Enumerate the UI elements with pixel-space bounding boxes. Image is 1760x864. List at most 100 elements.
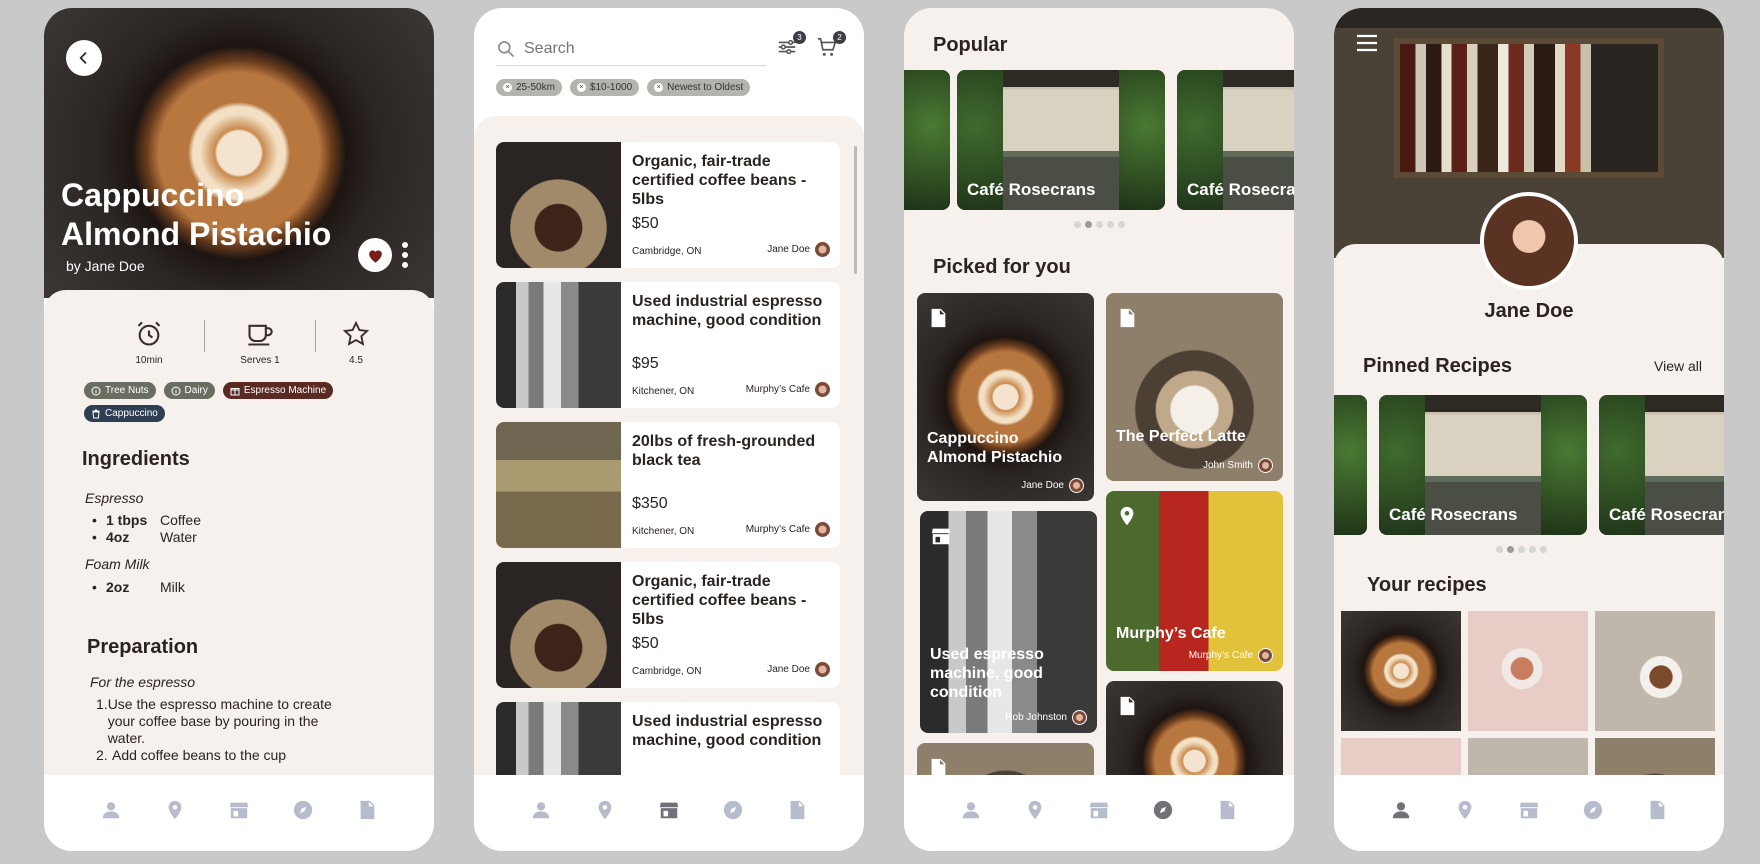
recipe-thumbnail[interactable] xyxy=(1595,738,1715,777)
page-dot[interactable] xyxy=(1540,546,1547,553)
recipe-thumbnail[interactable] xyxy=(1595,611,1715,731)
back-button[interactable] xyxy=(66,40,102,76)
cart-button[interactable]: 2 xyxy=(816,31,846,60)
map-pin-icon xyxy=(1339,507,1359,527)
nav-recipes[interactable] xyxy=(1645,798,1669,822)
feed-card[interactable]: The Perfect Latte John Smith xyxy=(1106,293,1283,481)
feed-card[interactable]: Cappuccino Almond Pistachio Jane Doe xyxy=(917,293,1094,501)
feed-card[interactable] xyxy=(1106,681,1283,777)
page-dot-active[interactable] xyxy=(1085,221,1092,228)
nav-explore[interactable] xyxy=(291,798,315,822)
seller-name: Murphy’s Cafe xyxy=(745,524,810,535)
nav-profile[interactable] xyxy=(529,798,553,822)
view-all-link[interactable]: View all xyxy=(1654,358,1702,374)
hamburger-menu-icon[interactable] xyxy=(1356,33,1378,53)
nav-explore[interactable] xyxy=(721,798,745,822)
listing-price: $50 xyxy=(632,635,659,652)
filter-chip-label: 25-50km xyxy=(516,82,555,93)
recipe-body: 10min Serves 1 4.5 Tree Nuts Dairy Espre… xyxy=(44,290,434,780)
carousel-pagination xyxy=(1074,221,1125,228)
tag-list: Tree Nuts Dairy Espresso Machine Cappucc… xyxy=(84,382,374,422)
recipe-thumbnail[interactable] xyxy=(1341,611,1461,731)
nav-recipes[interactable] xyxy=(355,798,379,822)
listing-card[interactable]: Used industrial espresso machine, good c… xyxy=(496,282,840,408)
recipe-thumbnail[interactable] xyxy=(1341,738,1461,777)
tag-tree-nuts[interactable]: Tree Nuts xyxy=(84,382,156,399)
page-dot[interactable] xyxy=(1107,221,1114,228)
tag-dairy[interactable]: Dairy xyxy=(163,382,215,399)
page-dot[interactable] xyxy=(1529,546,1536,553)
favorite-button[interactable] xyxy=(358,238,392,272)
nav-profile[interactable] xyxy=(1389,798,1413,822)
nav-recipes[interactable] xyxy=(785,798,809,822)
nav-explore[interactable] xyxy=(1581,798,1605,822)
close-icon[interactable]: × xyxy=(503,83,512,92)
nav-map[interactable] xyxy=(593,798,617,822)
listing-image xyxy=(496,142,621,268)
nav-explore[interactable] xyxy=(1151,798,1175,822)
chevron-left-icon xyxy=(79,52,87,64)
ingredient-name: Milk xyxy=(160,579,185,595)
ingredient-group-espresso: Espresso xyxy=(85,490,144,506)
listing-card[interactable]: Organic, fair-trade certified coffee bea… xyxy=(496,142,840,268)
filter-chip-sort[interactable]: × Newest to Oldest xyxy=(647,79,751,96)
tag-espresso-machine[interactable]: Espresso Machine xyxy=(222,382,334,399)
listing-image xyxy=(496,562,621,688)
compass-icon xyxy=(1582,799,1604,821)
carousel-card[interactable]: Café Rosecrans xyxy=(1379,395,1587,535)
filter-chip-price[interactable]: × $10-1000 xyxy=(569,79,640,96)
page-dot[interactable] xyxy=(1496,546,1503,553)
nav-recipes[interactable] xyxy=(1215,798,1239,822)
nav-map[interactable] xyxy=(1453,798,1477,822)
listing-card[interactable]: Organic, fair-trade certified coffee bea… xyxy=(496,562,840,688)
carousel-card[interactable] xyxy=(1334,395,1367,535)
search-input[interactable] xyxy=(524,39,724,58)
nav-map[interactable] xyxy=(1023,798,1047,822)
feed-card-title: Cappuccino Almond Pistachio xyxy=(927,430,1063,466)
nav-profile[interactable] xyxy=(959,798,983,822)
nav-market[interactable] xyxy=(227,798,251,822)
page-dot[interactable] xyxy=(1096,221,1103,228)
map-pin-icon xyxy=(1024,799,1046,821)
page-dot-active[interactable] xyxy=(1507,546,1514,553)
listing-title: Used industrial espresso machine, good c… xyxy=(632,293,823,329)
seller-name: Jane Doe xyxy=(767,664,810,675)
recipe-thumbnail[interactable] xyxy=(1468,738,1588,777)
nav-market[interactable] xyxy=(1517,798,1541,822)
nav-map[interactable] xyxy=(163,798,187,822)
feed-card[interactable]: Used espresso machine, good condition Ro… xyxy=(920,511,1097,733)
feed-card[interactable]: Murphy’s Cafe Murphy’s Cafe xyxy=(1106,491,1283,671)
rating-label: 4.5 xyxy=(349,355,363,366)
nav-market[interactable] xyxy=(657,798,681,822)
compass-icon xyxy=(722,799,744,821)
listing-card[interactable]: Used industrial espresso machine, good c… xyxy=(496,702,840,776)
tag-label: Dairy xyxy=(184,385,208,396)
more-vertical-icon[interactable] xyxy=(401,241,409,269)
close-icon[interactable]: × xyxy=(654,83,664,92)
serves-stat: Serves 1 xyxy=(225,320,295,366)
filter-button[interactable]: 3 xyxy=(776,31,806,60)
time-label: 10min xyxy=(135,355,163,366)
search-bar[interactable] xyxy=(496,32,766,66)
recipe-thumbnail[interactable] xyxy=(1468,611,1588,731)
nav-market[interactable] xyxy=(1087,798,1111,822)
document-icon xyxy=(927,307,949,329)
close-icon[interactable]: × xyxy=(576,83,586,92)
carousel-card[interactable] xyxy=(904,70,950,210)
feed-card[interactable] xyxy=(917,743,1094,777)
nav-profile[interactable] xyxy=(99,798,123,822)
tag-cappuccino[interactable]: Cappuccino xyxy=(84,405,165,422)
page-dot[interactable] xyxy=(1118,221,1125,228)
carousel-card[interactable]: Café Rosecrans xyxy=(1599,395,1724,535)
recipe-author: by Jane Doe xyxy=(66,258,145,274)
page-dot[interactable] xyxy=(1074,221,1081,228)
author-name: Rob Johnston xyxy=(1005,712,1067,723)
carousel-card[interactable]: Café Rosecrans xyxy=(957,70,1165,210)
carousel-card[interactable]: Café Rosecrans xyxy=(1177,70,1294,210)
page-dot[interactable] xyxy=(1518,546,1525,553)
scrollbar-thumb[interactable] xyxy=(854,146,857,274)
trash-icon xyxy=(92,409,100,418)
alarm-icon xyxy=(137,321,161,346)
filter-chip-distance[interactable]: × 25-50km xyxy=(496,79,562,96)
listing-card[interactable]: 20lbs of fresh-grounded black tea $350 K… xyxy=(496,422,840,548)
